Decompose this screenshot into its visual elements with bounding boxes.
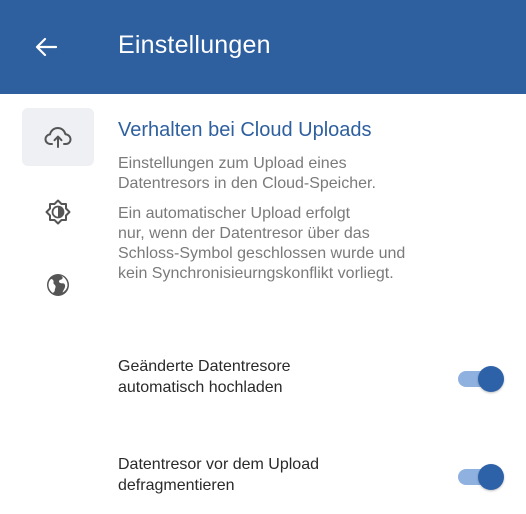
back-button[interactable] — [26, 27, 66, 67]
setting-defragment[interactable]: Datentresor vor dem Upload defragmentier… — [118, 454, 508, 514]
setting-label: Geänderte Datentresore automatisch hochl… — [118, 358, 291, 396]
globe-icon — [47, 274, 69, 296]
arrow-left-icon — [35, 37, 57, 57]
brightness-icon — [45, 199, 71, 225]
setting-auto-upload[interactable]: Geänderte Datentresore automatisch hochl… — [118, 356, 508, 416]
switch-thumb — [478, 366, 504, 392]
switch-thumb — [478, 464, 504, 490]
section-title: Verhalten bei Cloud Uploads — [118, 119, 372, 141]
app-bar: Einstellungen — [0, 0, 526, 94]
nav-item-language[interactable] — [22, 256, 94, 314]
settings-content: Verhalten bei Cloud Uploads Einstellunge… — [118, 116, 508, 294]
cloud-upload-icon — [44, 127, 72, 148]
nav-item-cloud-uploads[interactable] — [22, 108, 94, 166]
section-description-detail: Ein automatischer Upload erfolgt nur, we… — [118, 205, 406, 282]
page-title: Einstellungen — [118, 31, 271, 59]
section-description: Einstellungen zum Upload eines Datentres… — [118, 155, 376, 192]
nav-item-appearance[interactable] — [22, 183, 94, 241]
auto-upload-toggle[interactable] — [456, 366, 504, 392]
defragment-toggle[interactable] — [456, 464, 504, 490]
setting-label: Datentresor vor dem Upload defragmentier… — [118, 456, 319, 494]
